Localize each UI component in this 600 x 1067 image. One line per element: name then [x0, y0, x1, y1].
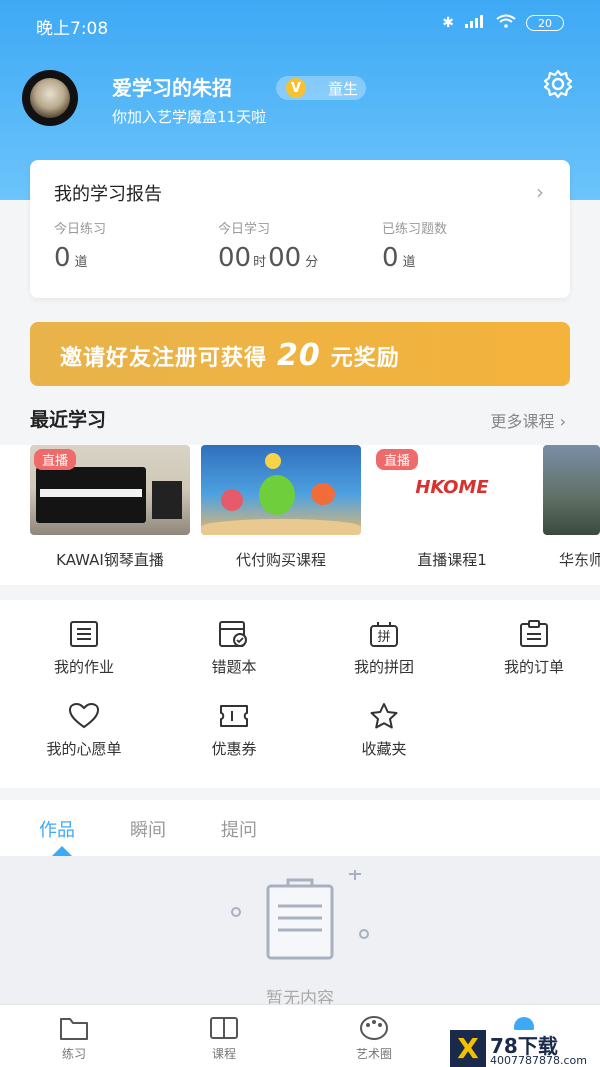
nav-courses[interactable]: 课程 [174, 1015, 274, 1062]
vip-icon: V [286, 78, 306, 98]
stat-value: 0 [54, 243, 71, 273]
menu-label: 收藏夹 [361, 740, 407, 758]
course-name: 华东师 [559, 551, 600, 569]
stat-unit: 分 [305, 255, 319, 270]
menu-label: 我的作业 [53, 658, 114, 676]
invite-text: 邀请好友注册可获得 20 元奖励 [60, 338, 400, 373]
tab-indicator [52, 846, 72, 856]
bluetooth-icon: ✱ [442, 15, 454, 31]
coupon-icon [220, 705, 248, 727]
wifi-icon [496, 14, 516, 32]
course-card[interactable]: 华东师 [543, 445, 600, 570]
watermark-url: 4007787878.com [490, 1054, 587, 1067]
stat-minutes: 00 [268, 243, 302, 273]
menu-favorites[interactable]: 收藏夹 [309, 702, 459, 759]
live-badge: 直播 [34, 449, 77, 470]
tab-questions[interactable]: 提问 [221, 816, 257, 842]
course-thumbnail: 直播 [30, 445, 190, 535]
menu-wishlist[interactable]: 我的心愿单 [9, 702, 159, 759]
menu-label: 优惠券 [211, 740, 257, 758]
nav-label: 练习 [61, 1047, 86, 1061]
stat-today-practice: 今日练习 0道 [54, 218, 106, 273]
menu-coupons[interactable]: 优惠券 [159, 702, 309, 759]
course-thumbnail: HKOME 直播 [372, 445, 532, 535]
more-courses-link[interactable]: 更多课程 › [491, 408, 567, 432]
nav-art-circle[interactable]: 艺术圈 [324, 1015, 424, 1062]
feature-menu: 我的作业 错题本 拼 我的拼团 我的订单 我的心愿单 优惠券 收藏夹 [0, 600, 600, 788]
nav-label: 艺术圈 [355, 1047, 392, 1061]
stat-hours: 00 [218, 243, 252, 273]
avatar[interactable] [22, 70, 78, 126]
course-name: KAWAI钢琴直播 [56, 551, 164, 569]
learning-report-card[interactable]: 我的学习报告 › 今日练习 0道 今日学习 00 时00 分 已练习题数 0道 [30, 160, 570, 298]
menu-label: 错题本 [211, 658, 257, 676]
recent-learning-title: 最近学习 [30, 409, 107, 431]
stat-value: 0 [382, 243, 399, 273]
course-name: 代付购买课程 [235, 551, 326, 569]
homework-icon [70, 621, 98, 647]
nav-practice[interactable]: 练习 [24, 1015, 124, 1062]
folder-icon [60, 1018, 88, 1040]
menu-my-orders[interactable]: 我的订单 [459, 620, 600, 677]
level-text: 童生 [328, 79, 359, 98]
recent-course-list: 直播 KAWAI钢琴直播 代付购买课程 HKOME 直播 直播课程1 华东师 [0, 445, 600, 585]
stat-label: 今日练习 [54, 222, 107, 237]
invite-banner[interactable]: 邀请好友注册可获得 20 元奖励 [30, 322, 570, 386]
palette-icon [360, 1016, 388, 1040]
stat-unit: 时 [253, 255, 267, 270]
watermark-x-icon: X [450, 1030, 486, 1067]
order-icon [520, 620, 548, 647]
live-badge: 直播 [376, 449, 419, 470]
group-icon: 拼 [370, 622, 398, 647]
course-card[interactable]: HKOME 直播 直播课程1 [372, 445, 532, 570]
battery-icon: 20 [526, 15, 564, 31]
signal-icon [464, 14, 486, 32]
stat-total-practiced: 已练习题数 0道 [382, 218, 447, 273]
course-thumbnail [543, 445, 600, 535]
chevron-right-icon: › [536, 180, 544, 204]
course-thumbnail [201, 445, 361, 535]
svg-text:拼: 拼 [377, 630, 390, 645]
stat-unit: 道 [74, 255, 88, 270]
wrongbook-icon [219, 621, 247, 647]
watermark-logo: X 78下载 4007787878.com [450, 1030, 600, 1067]
course-card[interactable]: 代付购买课程 [201, 445, 361, 570]
joined-days-text: 你加入艺学魔盒11天啦 [112, 108, 267, 126]
empty-document-icon [231, 870, 369, 960]
username: 爱学习的朱招 [112, 76, 232, 100]
menu-label: 我的心愿单 [46, 740, 122, 758]
star-icon [370, 703, 398, 729]
nav-label: 课程 [211, 1047, 236, 1061]
content-tabs: 作品 瞬间 提问 [0, 800, 600, 856]
tab-works[interactable]: 作品 [39, 816, 75, 842]
tab-moments[interactable]: 瞬间 [130, 816, 166, 842]
status-bar: 晚上7:08 ✱ 20 [0, 12, 600, 42]
menu-label: 我的拼团 [353, 658, 414, 676]
status-icons: ✱ 20 [442, 14, 564, 32]
menu-my-group[interactable]: 拼 我的拼团 [309, 620, 459, 677]
heart-icon [68, 702, 100, 729]
course-name: 直播课程1 [417, 551, 487, 569]
stat-label: 今日学习 [218, 222, 271, 237]
menu-label: 我的订单 [503, 658, 564, 676]
gear-icon[interactable] [542, 68, 574, 100]
menu-wrong-book[interactable]: 错题本 [159, 620, 309, 677]
status-time: 晚上7:08 [36, 19, 109, 39]
course-card[interactable]: 直播 KAWAI钢琴直播 [30, 445, 190, 570]
course-logo-text: HKOME [415, 477, 489, 498]
stat-unit: 道 [402, 255, 416, 270]
menu-my-homework[interactable]: 我的作业 [9, 620, 159, 677]
stat-today-study: 今日学习 00 时00 分 [218, 218, 318, 273]
empty-state: 暂无内容 [0, 856, 600, 1009]
book-icon [210, 1017, 238, 1039]
level-badge: V 童生 [276, 76, 366, 100]
report-title: 我的学习报告 [54, 184, 162, 205]
stat-label: 已练习题数 [382, 222, 448, 237]
